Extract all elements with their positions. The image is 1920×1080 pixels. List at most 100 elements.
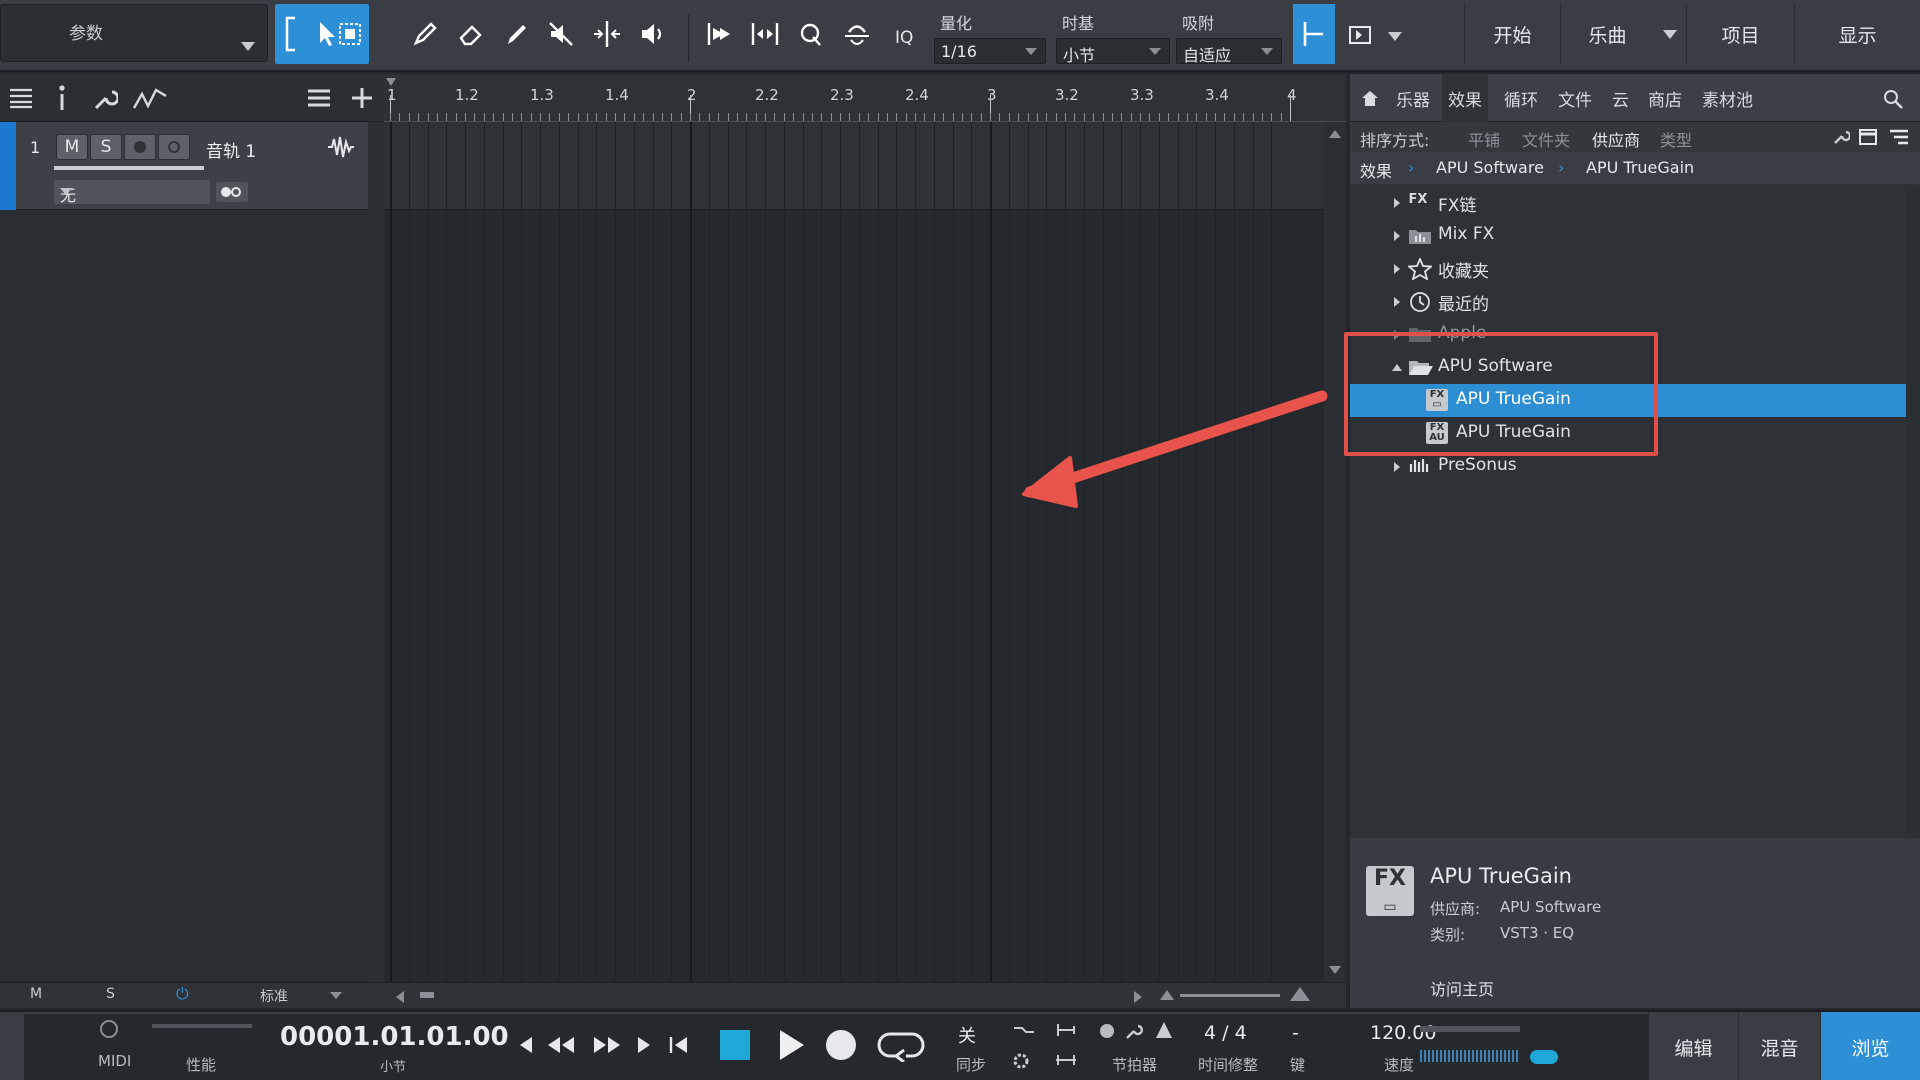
breadcrumb-vendor[interactable]: APU Software: [1436, 158, 1544, 177]
zoom-out-icon[interactable]: [1160, 990, 1174, 1000]
list-view-icon[interactable]: [1888, 128, 1910, 150]
sync-value[interactable]: 关: [958, 1022, 976, 1048]
track-name[interactable]: 音轨 1: [206, 137, 256, 162]
expand-arrow-icon[interactable]: [1394, 264, 1400, 274]
tab-cloud[interactable]: 云: [1606, 74, 1635, 122]
speaker-tool-icon[interactable]: [630, 8, 676, 60]
split-tool-icon[interactable]: [584, 8, 630, 60]
snap-toggle-button[interactable]: [1293, 4, 1335, 64]
groove-tool-icon[interactable]: [834, 8, 880, 60]
tab-instruments[interactable]: 乐器: [1390, 74, 1436, 122]
chevron-down-icon[interactable]: [1388, 32, 1402, 41]
waveform-icon[interactable]: [326, 134, 356, 164]
monitor-button[interactable]: [158, 134, 190, 160]
sort-type[interactable]: 类型: [1660, 127, 1692, 151]
scroll-left-icon[interactable]: [396, 991, 404, 1003]
track-list-empty-area[interactable]: [0, 211, 368, 982]
tree-item-favorites[interactable]: 收藏夹: [1350, 252, 1920, 285]
sort-folder[interactable]: 文件夹: [1522, 127, 1570, 151]
timebase-select[interactable]: 时基 小节: [1056, 4, 1176, 65]
chevron-down-icon[interactable]: [330, 992, 342, 999]
loop-icon[interactable]: [876, 1028, 926, 1066]
horizontal-scroll-thumb[interactable]: [420, 992, 434, 998]
breadcrumb-plugin[interactable]: APU TrueGain: [1586, 158, 1694, 177]
nav-start-button[interactable]: 开始: [1464, 4, 1560, 64]
wrench-icon[interactable]: [1832, 128, 1852, 150]
mute-tool-icon[interactable]: [538, 8, 584, 60]
sort-flat[interactable]: 平铺: [1468, 127, 1500, 151]
tree-item-mix-fx[interactable]: Mix FX: [1350, 219, 1920, 252]
pencil-tool-icon[interactable]: [494, 8, 540, 60]
track-list-icon[interactable]: [306, 86, 332, 114]
tree-item-recent[interactable]: 最近的: [1350, 285, 1920, 318]
footer-mute[interactable]: M: [30, 986, 42, 1002]
info-icon[interactable]: [56, 84, 68, 116]
bracket-tool-icon[interactable]: [275, 8, 307, 60]
fast-forward-icon[interactable]: [592, 1034, 622, 1060]
search-icon[interactable]: [1882, 88, 1904, 114]
stretch-tool-icon[interactable]: [742, 8, 788, 60]
track-input-select[interactable]: 无: [54, 180, 210, 205]
expand-arrow-icon[interactable]: [1394, 198, 1400, 208]
footer-solo[interactable]: S: [106, 986, 115, 1002]
metronome-dot-icon[interactable]: [1100, 1024, 1114, 1038]
browser-scrollbar[interactable]: [1906, 186, 1920, 912]
wrench-icon[interactable]: [1124, 1022, 1144, 1044]
zoom-slider[interactable]: [1180, 994, 1280, 997]
sort-vendor[interactable]: 供应商: [1592, 127, 1640, 151]
return-to-zero-icon[interactable]: [668, 1034, 690, 1060]
mute-button[interactable]: M: [56, 134, 88, 160]
iq-button[interactable]: IQ: [895, 28, 913, 48]
mix-view-button[interactable]: 混音: [1738, 1012, 1820, 1080]
time-signature[interactable]: 4 / 4: [1204, 1022, 1247, 1044]
key-value[interactable]: -: [1292, 1022, 1299, 1044]
expand-arrow-icon[interactable]: [1394, 297, 1400, 307]
expand-arrow-icon[interactable]: [1394, 231, 1400, 241]
forward-icon[interactable]: [634, 1034, 656, 1060]
tab-pool[interactable]: 素材池: [1696, 74, 1759, 122]
stop-button[interactable]: [720, 1030, 750, 1060]
power-icon[interactable]: ⏻: [176, 984, 189, 1004]
paint-tool-icon[interactable]: [402, 8, 448, 60]
range-tool-icon[interactable]: [331, 8, 369, 60]
position-unit[interactable]: 小节: [380, 1056, 406, 1075]
timecode-follow-icon[interactable]: [1346, 20, 1376, 50]
window-icon[interactable]: [1858, 128, 1878, 150]
play-button[interactable]: [776, 1028, 806, 1066]
precount-icon[interactable]: [1054, 1052, 1078, 1072]
automation-icon[interactable]: [132, 86, 168, 116]
solo-button[interactable]: S: [90, 134, 122, 160]
zoom-in-icon[interactable]: [1290, 987, 1310, 1001]
position-display[interactable]: 00001.01.01.00: [280, 1022, 509, 1052]
tree-item-fx-chain[interactable]: FX FX链: [1350, 186, 1920, 219]
record-arm-button[interactable]: [124, 134, 156, 160]
nav-song-dropdown[interactable]: [1654, 4, 1686, 64]
expand-arrow-icon[interactable]: [1394, 462, 1400, 472]
record-button[interactable]: [826, 1030, 856, 1060]
input-toggle[interactable]: [216, 182, 248, 202]
home-icon[interactable]: [1360, 88, 1380, 112]
tab-shop[interactable]: 商店: [1642, 74, 1688, 122]
metronome-icon[interactable]: [1154, 1020, 1174, 1044]
nav-show-button[interactable]: 显示: [1794, 4, 1920, 64]
track-row[interactable]: 1 M S 音轨 1 无: [0, 122, 368, 210]
edit-view-button[interactable]: 编辑: [1648, 1012, 1738, 1080]
scroll-right-icon[interactable]: [1134, 991, 1142, 1003]
gear-icon[interactable]: [1012, 1052, 1030, 1074]
visit-homepage-link[interactable]: 访问主页: [1430, 976, 1494, 1000]
parameters-dropdown[interactable]: 参数: [0, 4, 268, 62]
browse-view-button[interactable]: 浏览: [1820, 1012, 1920, 1080]
nav-project-button[interactable]: 项目: [1686, 4, 1794, 64]
bend-tool-icon[interactable]: [696, 8, 742, 60]
tab-loops[interactable]: 循环: [1498, 74, 1544, 122]
view-mode[interactable]: 标准: [260, 986, 288, 1006]
tab-files[interactable]: 文件: [1552, 74, 1598, 122]
marker-icon[interactable]: [1054, 1022, 1078, 1042]
menu-icon[interactable]: [8, 86, 34, 114]
snap-select[interactable]: 吸附 自适应: [1176, 4, 1288, 65]
add-track-icon[interactable]: [350, 86, 374, 114]
quantize-tool-icon[interactable]: [788, 8, 834, 60]
volume-meter[interactable]: [54, 166, 204, 170]
punch-icon[interactable]: [1012, 1022, 1036, 1042]
track-color-strip[interactable]: [0, 122, 16, 210]
